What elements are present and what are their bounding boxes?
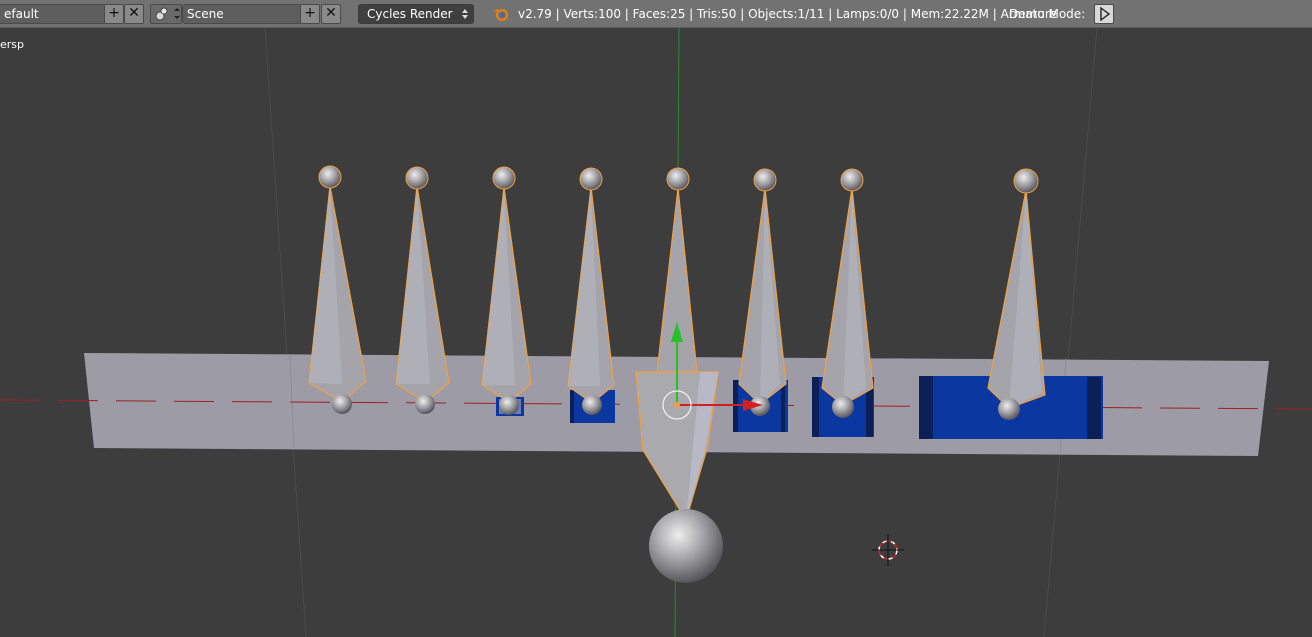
play-icon <box>1100 6 1111 22</box>
demo-mode-label: Demo Mode: <box>1009 7 1086 21</box>
view-label: ersp <box>0 38 25 51</box>
scene-icon <box>155 7 180 21</box>
add-screen-button[interactable]: + <box>104 4 124 24</box>
grid-line <box>264 28 307 637</box>
plus-icon: + <box>304 5 316 21</box>
play-button[interactable] <box>1094 4 1114 24</box>
x-icon: ✕ <box>325 5 337 21</box>
grid-line <box>1043 28 1098 637</box>
bone-2[interactable] <box>395 166 450 414</box>
bone-4[interactable] <box>567 167 615 415</box>
x-icon: ✕ <box>128 5 140 21</box>
bone-head-sphere[interactable] <box>649 509 723 583</box>
3d-cursor-icon[interactable] <box>872 534 904 566</box>
render-engine-label: Cycles Render <box>367 7 453 21</box>
scene-browse-button[interactable] <box>150 4 182 24</box>
blue-block-edge <box>570 390 574 423</box>
blue-block-edge <box>919 376 933 439</box>
object-origin <box>674 402 680 408</box>
bone-3[interactable] <box>481 166 532 415</box>
render-engine-dropdown[interactable]: Cycles Render <box>358 4 474 24</box>
3d-viewport[interactable] <box>0 28 1312 637</box>
bone-6[interactable] <box>821 168 874 418</box>
add-scene-button[interactable]: + <box>300 4 320 24</box>
viewport-header: efault + ✕ Scene + ✕ Cycles Render v2.79… <box>0 0 1312 28</box>
plus-icon: + <box>108 5 120 21</box>
remove-scene-button[interactable]: ✕ <box>321 4 341 24</box>
blender-logo-icon <box>493 9 508 21</box>
bone-7[interactable] <box>987 168 1046 420</box>
remove-screen-button[interactable]: ✕ <box>124 4 144 24</box>
scene-name-field[interactable]: Scene <box>182 4 302 24</box>
blue-block-edge <box>1087 377 1101 439</box>
updown-arrows-icon <box>462 9 468 19</box>
screen-layout-field[interactable]: efault <box>0 4 106 24</box>
blue-block-edge <box>812 377 819 437</box>
bone-1[interactable] <box>308 165 367 414</box>
scene-statistics: v2.79 | Verts:100 | Faces:25 | Tris:50 |… <box>518 7 1057 21</box>
bone-5[interactable] <box>738 168 787 416</box>
